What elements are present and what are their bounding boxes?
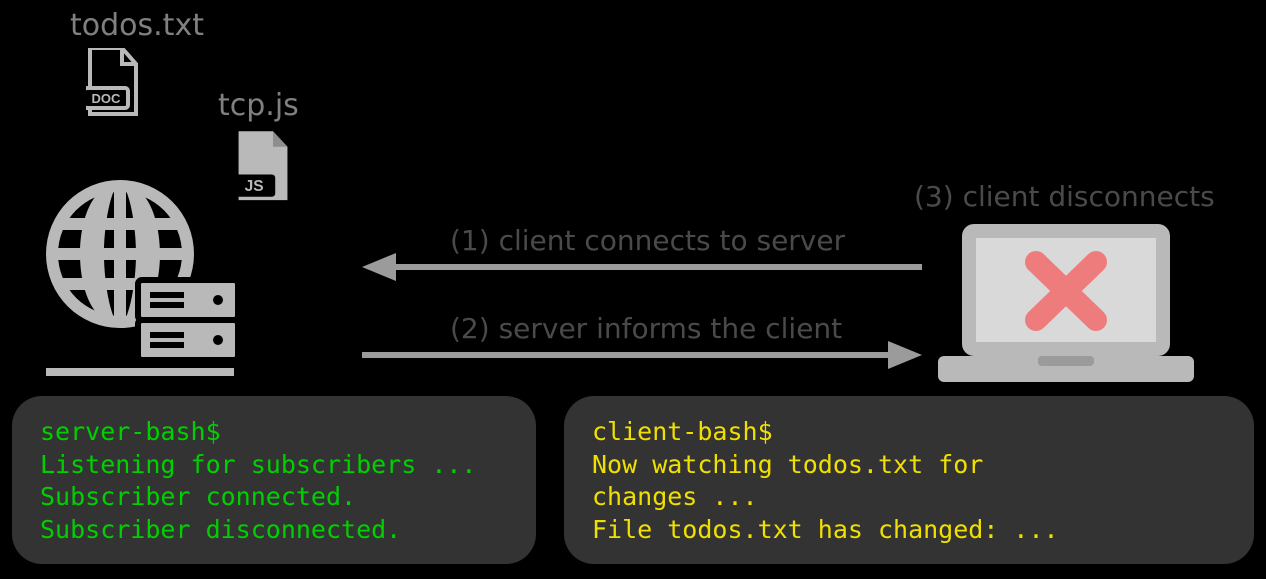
file-label-todos: todos.txt — [70, 8, 204, 43]
step-2-caption: (2) server informs the client — [450, 312, 842, 345]
doc-badge-text: DOC — [92, 91, 122, 106]
step-1-caption: (1) client connects to server — [450, 224, 845, 257]
server-icon — [42, 176, 238, 376]
arrow-2-line — [362, 352, 890, 358]
server-terminal: server-bash$ Listening for subscribers .… — [12, 396, 536, 564]
file-label-tcp: tcp.js — [218, 88, 299, 123]
step-3-caption: (3) client disconnects — [914, 180, 1215, 213]
laptop-icon — [938, 220, 1194, 388]
arrow-1-head — [362, 253, 396, 281]
doc-file-icon: DOC — [86, 48, 140, 118]
js-badge-text: JS — [245, 178, 264, 195]
arrow-2-head — [888, 341, 922, 369]
js-file-icon: JS — [233, 130, 293, 208]
arrow-1-line — [394, 264, 922, 270]
client-terminal: client-bash$ Now watching todos.txt for … — [564, 396, 1254, 564]
